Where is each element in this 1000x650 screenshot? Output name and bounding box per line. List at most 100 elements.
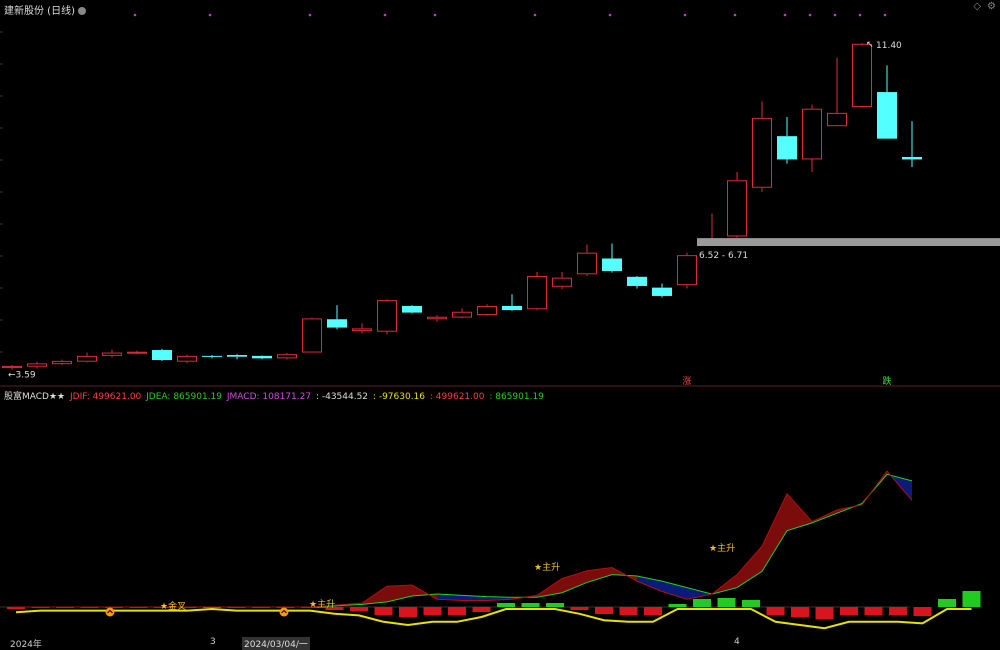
macd-hist-bar (399, 607, 417, 617)
macd-jdea: JDEA: 865901.19 (146, 392, 222, 402)
candle (652, 283, 672, 298)
candle-body (377, 300, 397, 332)
candle (102, 349, 122, 358)
candle-body (502, 305, 522, 311)
candle (27, 361, 47, 369)
macd-hist-bar (595, 607, 613, 614)
signal-marker-icon (105, 607, 115, 617)
low-price-label: ←3.59 (8, 371, 36, 381)
candle (227, 354, 247, 360)
x-label-2: 2024/03/04/一 (242, 637, 310, 650)
macd-jmacd: JMACD: 108171.27 (226, 392, 312, 402)
signal-marker-circle (279, 607, 289, 617)
signal-marker-icon (279, 607, 289, 617)
candle (727, 171, 747, 238)
chart-title: 建新股份 (日线) (4, 2, 86, 17)
macd-hist-bar (913, 607, 932, 616)
macd-header: 股富MACD★★ JDIF: 499621.00 JDEA: 865901.19… (4, 389, 546, 402)
macd-hist-bar (742, 600, 760, 607)
candle-body (102, 352, 122, 356)
high-arrow: ↖ (866, 40, 874, 50)
candle (877, 65, 897, 139)
macd-fill-segment (762, 493, 787, 572)
macd-hist-bar (472, 607, 491, 612)
candle (477, 304, 497, 316)
top-marker-dot (308, 13, 312, 17)
macd-hist-bar (619, 607, 638, 615)
top-marker-dot (208, 13, 212, 17)
candle (402, 305, 422, 314)
macd-hist-bar (521, 603, 540, 607)
annotation-main-rise-1: ★主升 (309, 598, 335, 610)
macd-v4: : 865901.19 (489, 392, 544, 402)
candle (527, 271, 547, 311)
candle (377, 299, 397, 335)
candle-body (277, 354, 297, 359)
candle (277, 352, 297, 360)
macd-hist-bar (374, 607, 393, 615)
macd-hist-bar (962, 591, 981, 607)
gear-icon[interactable] (77, 7, 86, 15)
candle-body (652, 287, 672, 296)
candle-body (477, 305, 497, 316)
top-marker-dot (533, 13, 537, 17)
candle-body (427, 316, 447, 320)
candle-body (402, 305, 422, 313)
macd-hist-bar (766, 607, 785, 615)
candle (677, 252, 697, 289)
range-band-layer (697, 238, 1000, 247)
top-marker-dot (608, 13, 612, 17)
macd-fill-segment (787, 493, 812, 531)
macd-name: 股富MACD★★ (4, 392, 66, 402)
candlestick-chart: ↖ 11.40 ←3.59 6.52 - 6.71 涨 跌 ★金叉 ★主升 ★主升 ★主升 (0, 13, 1000, 630)
macd-v2: : -97630.16 (372, 392, 426, 402)
macd-hist-bar (815, 607, 834, 619)
candle (752, 101, 772, 192)
top-marker-dot (833, 13, 837, 17)
macd-jdif: JDIF: 499621.00 (70, 392, 142, 402)
chart-title-text: 建新股份 (日线) (4, 6, 75, 17)
candle-body (2, 365, 22, 368)
x-label-0: 2024年 (10, 640, 42, 650)
gear-icon[interactable]: ⚙ (987, 1, 996, 12)
macd-fill-segment (587, 567, 612, 583)
macd-hist-bar (350, 607, 368, 611)
candle-body (77, 355, 97, 362)
x-label-1: 3 (210, 637, 216, 647)
candle-body (877, 92, 897, 139)
top-marker-dot (883, 13, 887, 17)
candle-body (777, 136, 797, 160)
candle (802, 104, 822, 172)
macd-hist-bar (693, 599, 711, 607)
fall-marker: 跌 (882, 376, 891, 387)
macd-panel: ★金叉 ★主升 ★主升 ★主升 (0, 470, 981, 630)
macd-hist-bar (668, 604, 687, 607)
top-marker-dot (858, 13, 862, 17)
range-label: 6.52 - 6.71 (699, 251, 748, 261)
candle (2, 365, 22, 370)
candle-body (727, 180, 747, 237)
candle (427, 315, 447, 322)
macd-hist-bar (570, 607, 589, 610)
macd-hist-bar (791, 607, 809, 617)
candle (627, 275, 647, 289)
price-labels: ↖ 11.40 ←3.59 6.52 - 6.71 涨 跌 (8, 40, 902, 387)
macd-fill-segment (662, 581, 687, 600)
main-grid (0, 31, 1000, 387)
diamond-icon[interactable]: ◇ (973, 1, 981, 12)
annotation-golden-cross: ★金叉 (160, 600, 186, 612)
candle (77, 352, 97, 363)
top-marker-dots (133, 13, 887, 17)
top-marker-dot (733, 13, 737, 17)
candle (777, 117, 797, 164)
candle-body (827, 112, 847, 127)
candle (902, 121, 922, 167)
candle-body (677, 255, 697, 286)
candle-body (352, 328, 372, 331)
macd-hist-bar (423, 607, 442, 615)
candle-body (802, 108, 822, 160)
candle-body (327, 319, 347, 328)
candle (602, 243, 622, 273)
candle-body (627, 276, 647, 286)
candle-body (602, 258, 622, 271)
